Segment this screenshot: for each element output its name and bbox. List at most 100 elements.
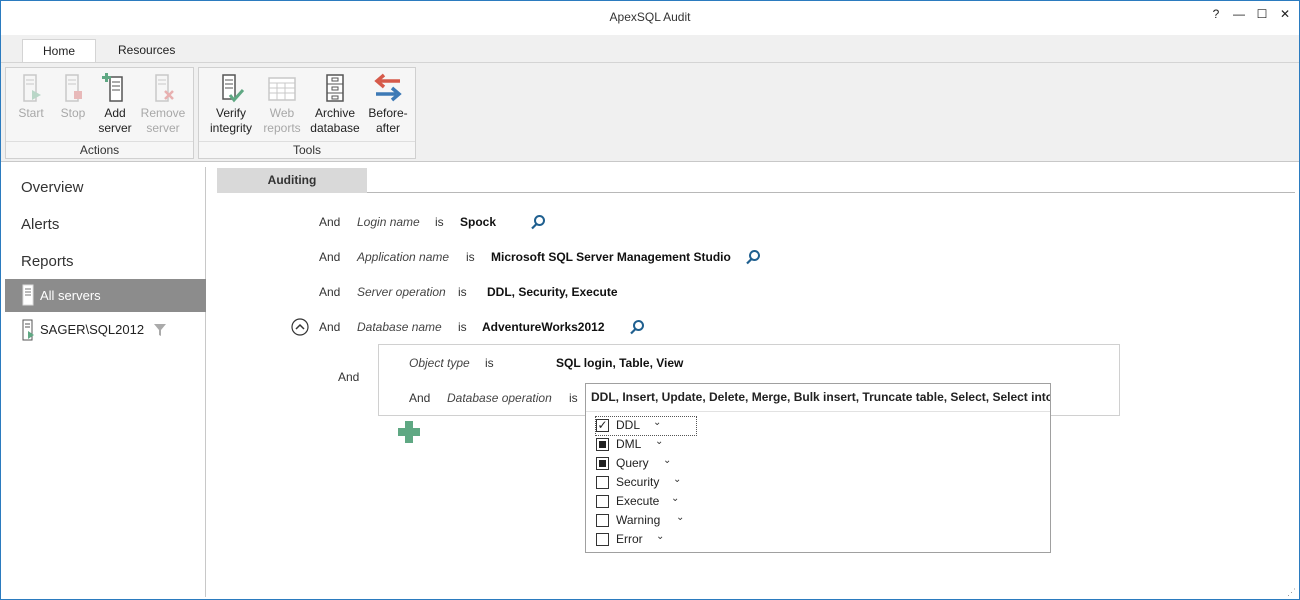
close-button[interactable]: ✕ bbox=[1274, 5, 1296, 23]
nav-all-servers[interactable]: All servers bbox=[5, 279, 206, 312]
condition-verb[interactable]: is bbox=[569, 391, 578, 405]
condition-row[interactable]: And Application name is Microsoft SQL Se… bbox=[319, 250, 819, 270]
condition-op[interactable]: And bbox=[319, 285, 340, 299]
option-query[interactable]: Query ⌄ bbox=[596, 455, 696, 473]
server-stop-icon bbox=[65, 74, 82, 102]
condition-value[interactable]: AdventureWorks2012 bbox=[482, 320, 605, 334]
chevron-down-icon[interactable]: ⌄ bbox=[656, 531, 668, 547]
search-icon[interactable] bbox=[629, 319, 645, 335]
condition-field[interactable]: Database name bbox=[357, 320, 442, 334]
remove-server-label-1: Remove bbox=[140, 106, 186, 120]
help-button[interactable]: ? bbox=[1205, 5, 1227, 23]
option-error[interactable]: Error ⌄ bbox=[596, 531, 696, 549]
group-op-label: And bbox=[338, 370, 360, 384]
checkbox-unchecked[interactable] bbox=[596, 533, 609, 546]
search-icon[interactable] bbox=[530, 214, 546, 230]
stop-label: Stop bbox=[60, 106, 86, 120]
nav-all-servers-label: All servers bbox=[40, 288, 101, 303]
main-panel: Auditing And Login name is Spock And App… bbox=[207, 163, 1299, 599]
condition-verb[interactable]: is bbox=[458, 320, 467, 334]
condition-row[interactable]: And Database name is AdventureWorks2012 bbox=[291, 318, 691, 340]
checkbox-unchecked[interactable] bbox=[596, 476, 609, 489]
condition-row[interactable]: And Login name is Spock bbox=[319, 215, 719, 235]
condition-value[interactable]: Microsoft SQL Server Management Studio bbox=[491, 250, 731, 264]
chevron-down-icon[interactable]: ⌄ bbox=[655, 436, 667, 452]
checkbox-unchecked[interactable] bbox=[596, 514, 609, 527]
chevron-down-icon[interactable]: ⌄ bbox=[676, 512, 688, 528]
add-server-button[interactable]: Add server bbox=[94, 72, 136, 136]
condition-op[interactable]: And bbox=[319, 320, 340, 334]
condition-field[interactable]: Login name bbox=[357, 215, 420, 229]
option-warning[interactable]: Warning ⌄ bbox=[596, 512, 696, 530]
add-server-icon bbox=[102, 73, 123, 102]
maximize-button[interactable]: ☐ bbox=[1251, 5, 1273, 23]
checkbox-partial[interactable] bbox=[596, 438, 609, 451]
archive-label-2: database bbox=[310, 121, 360, 135]
tab-resources[interactable]: Resources bbox=[98, 39, 195, 64]
chevron-down-icon[interactable]: ⌄ bbox=[653, 417, 665, 433]
condition-value[interactable]: DDL, Security, Execute bbox=[487, 285, 618, 299]
condition-verb[interactable]: is bbox=[458, 285, 467, 299]
condition-field[interactable]: Server operation bbox=[357, 285, 446, 299]
checkbox-checked[interactable]: ✓ bbox=[596, 419, 609, 432]
group-op[interactable]: And bbox=[338, 370, 368, 390]
remove-server-button[interactable]: Remove server bbox=[139, 72, 187, 136]
web-reports-button[interactable]: Web reports bbox=[260, 72, 304, 136]
add-server-label-2: server bbox=[98, 121, 132, 135]
condition-value[interactable]: SQL login, Table, View bbox=[556, 356, 683, 370]
condition-row[interactable]: And Database operation is bbox=[409, 391, 609, 411]
dropdown-selected-value[interactable]: DDL, Insert, Update, Delete, Merge, Bulk… bbox=[586, 384, 1050, 412]
server-start-icon bbox=[23, 74, 41, 102]
archive-label-1: Archive bbox=[314, 106, 355, 120]
tab-auditing[interactable]: Auditing bbox=[217, 168, 367, 193]
server-item[interactable]: SAGER\SQL2012 bbox=[5, 316, 206, 344]
before-after-button[interactable]: Before- after bbox=[364, 72, 412, 136]
option-security[interactable]: Security ⌄ bbox=[596, 474, 696, 492]
start-button[interactable]: Start bbox=[10, 72, 52, 121]
add-server-label-1: Add bbox=[104, 106, 126, 120]
verify-integrity-icon bbox=[222, 74, 245, 103]
chevron-down-icon[interactable]: ⌄ bbox=[671, 493, 683, 509]
condition-verb[interactable]: is bbox=[466, 250, 475, 264]
tools-group: Verify integrity Web reports Archive dat… bbox=[198, 67, 416, 159]
web-reports-label-2: reports bbox=[263, 121, 301, 135]
checkbox-partial[interactable] bbox=[596, 457, 609, 470]
condition-field[interactable]: Application name bbox=[357, 250, 449, 264]
web-reports-label-1: Web bbox=[269, 106, 295, 120]
condition-verb[interactable]: is bbox=[435, 215, 444, 229]
condition-value[interactable]: Spock bbox=[460, 215, 496, 229]
before-after-label-2: after bbox=[375, 121, 400, 135]
option-execute[interactable]: Execute ⌄ bbox=[596, 493, 696, 511]
before-after-label-1: Before- bbox=[368, 106, 408, 120]
remove-server-label-2: server bbox=[146, 121, 180, 135]
chevron-down-icon[interactable]: ⌄ bbox=[673, 474, 685, 490]
nav-alerts[interactable]: Alerts bbox=[21, 216, 59, 233]
nav-overview[interactable]: Overview bbox=[21, 179, 84, 196]
condition-row[interactable]: And Server operation is DDL, Security, E… bbox=[319, 285, 719, 305]
add-condition-icon[interactable] bbox=[397, 420, 421, 444]
before-after-icon bbox=[374, 73, 402, 102]
condition-field[interactable]: Database operation bbox=[447, 391, 552, 405]
condition-op[interactable]: And bbox=[409, 391, 430, 405]
condition-row[interactable]: Object type is SQL login, Table, View bbox=[409, 356, 1109, 376]
condition-op[interactable]: And bbox=[319, 250, 340, 264]
collapse-icon[interactable] bbox=[291, 318, 309, 336]
option-ddl[interactable]: ✓ DDL ⌄ bbox=[595, 416, 697, 436]
checkbox-unchecked[interactable] bbox=[596, 495, 609, 508]
search-icon[interactable] bbox=[745, 249, 761, 265]
nav-reports[interactable]: Reports bbox=[21, 253, 74, 270]
condition-field[interactable]: Object type bbox=[409, 356, 470, 370]
resize-grip-icon[interactable]: ⋰ bbox=[1287, 587, 1297, 597]
verify-integrity-button[interactable]: Verify integrity bbox=[207, 72, 255, 136]
condition-op[interactable]: And bbox=[319, 215, 340, 229]
ribbon: Start Stop Add server Remove server Acti… bbox=[1, 62, 1299, 162]
chevron-down-icon[interactable]: ⌄ bbox=[663, 455, 675, 471]
option-label: Warning bbox=[616, 513, 661, 527]
filter-icon[interactable] bbox=[153, 323, 167, 337]
condition-verb[interactable]: is bbox=[485, 356, 494, 370]
option-dml[interactable]: DML ⌄ bbox=[596, 436, 696, 454]
minimize-button[interactable]: — bbox=[1228, 5, 1250, 23]
operation-dropdown[interactable]: DDL, Insert, Update, Delete, Merge, Bulk… bbox=[585, 383, 1051, 553]
archive-database-button[interactable]: Archive database bbox=[309, 72, 361, 136]
stop-button[interactable]: Stop bbox=[52, 72, 94, 121]
